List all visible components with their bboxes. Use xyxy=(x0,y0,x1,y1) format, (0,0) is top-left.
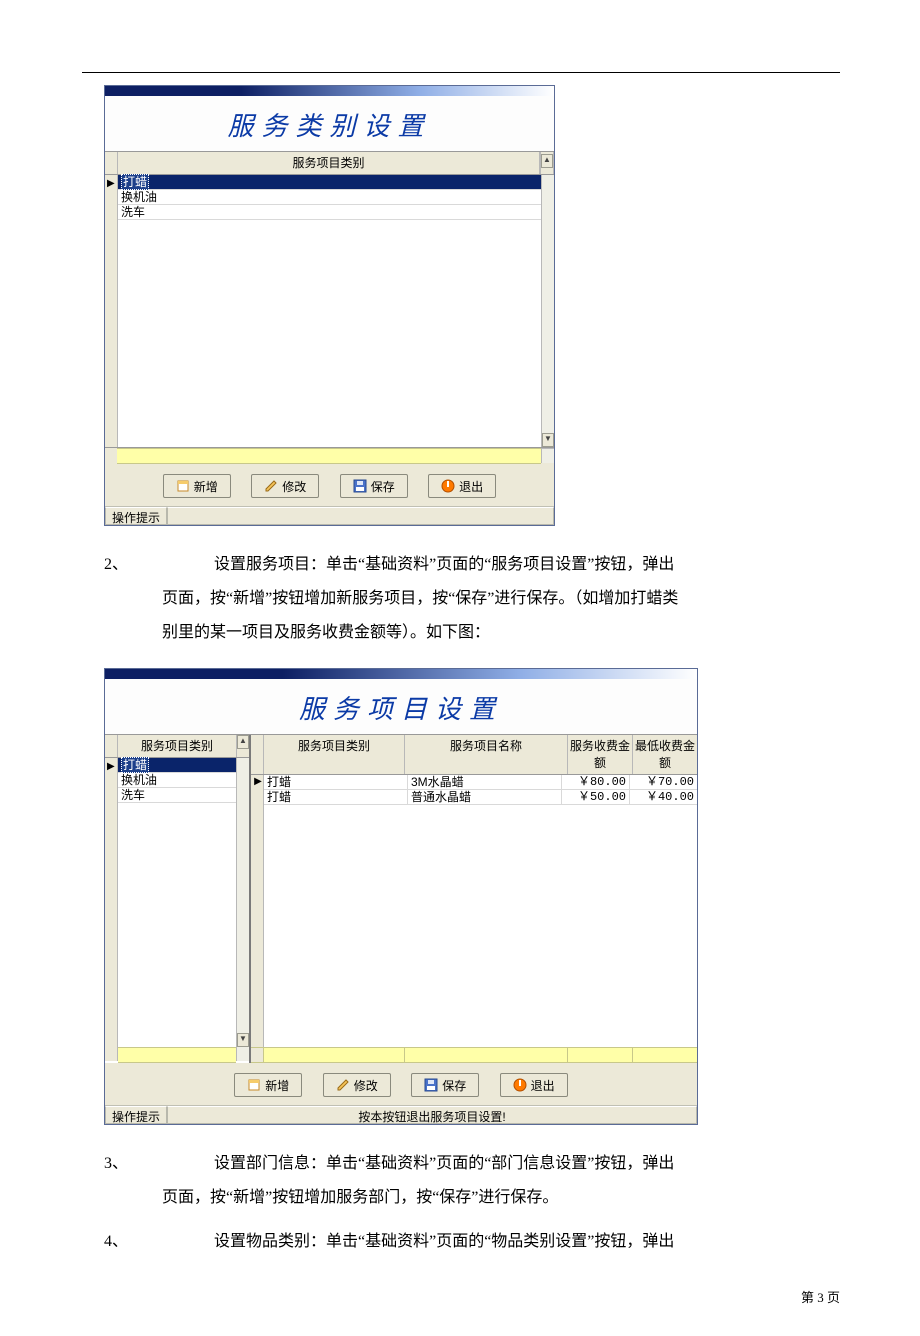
status-label: 操作提示 xyxy=(105,1106,167,1124)
list-item[interactable]: ▶ 打蜡 xyxy=(118,758,236,773)
list-item[interactable]: 换机油 xyxy=(118,773,236,788)
items-grid[interactable]: ▶ 打蜡 3M水晶蜡 ￥80.00 ￥70.00 打蜡 普通水晶蜡 ￥50.00… xyxy=(264,775,697,1047)
save-button[interactable]: 保存 xyxy=(340,474,408,498)
save-button[interactable]: 保存 xyxy=(411,1073,479,1097)
status-text xyxy=(167,507,554,525)
exit-button[interactable]: 退出 xyxy=(428,474,496,498)
page-footer: 第 3 页 xyxy=(0,1257,920,1336)
row-gutter xyxy=(105,175,118,447)
titlebar xyxy=(105,669,697,679)
list-item[interactable]: ▶ 打蜡 xyxy=(118,175,541,190)
right-items-panel: 服务项目类别 服务项目名称 服务收费金额 最低收费金额 ▶ 打蜡 3M水晶蜡 ￥… xyxy=(251,735,697,1063)
row-marker-icon: ▶ xyxy=(252,775,264,789)
category-list[interactable]: ▶ 打蜡 换机油 洗车 xyxy=(118,175,541,447)
power-icon xyxy=(513,1078,527,1092)
scroll-down-icon[interactable]: ▼ xyxy=(237,1033,249,1047)
window-title: 服务类别设置 xyxy=(105,96,554,151)
category-list[interactable]: ▶ 打蜡 换机油 洗车 xyxy=(118,758,236,1047)
new-row-strip[interactable] xyxy=(117,448,541,464)
paragraph-2: 2、设置服务项目：单击“基础资料”页面的“服务项目设置”按钮，弹出 页面，按“新… xyxy=(82,550,840,648)
col-header-category: 服务项目类别 xyxy=(118,735,236,757)
col-header-category: 服务项目类别 xyxy=(264,735,405,774)
exit-button[interactable]: 退出 xyxy=(500,1073,568,1097)
table-row[interactable]: 打蜡 普通水晶蜡 ￥50.00 ￥40.00 xyxy=(264,790,697,805)
edit-button[interactable]: 修改 xyxy=(251,474,319,498)
top-rule xyxy=(82,72,840,73)
diskette-icon xyxy=(353,479,367,493)
left-category-panel: 服务项目类别 ▲ ▶ 打蜡 换机油 洗车 ▼ xyxy=(105,735,251,1063)
row-marker-icon: ▶ xyxy=(107,177,115,191)
service-category-window: 服务类别设置 服务项目类别 ▲ ▶ 打蜡 换机油 洗车 ▼ xyxy=(104,85,555,526)
col-header-price: 服务收费金额 xyxy=(568,735,633,774)
paragraph-4: 4、设置物品类别：单击“基础资料”页面的“物品类别设置”按钮，弹出 xyxy=(82,1227,840,1257)
add-button[interactable]: 新增 xyxy=(234,1073,302,1097)
list-item[interactable]: 洗车 xyxy=(118,788,236,803)
row-marker-icon: ▶ xyxy=(107,760,115,774)
scroll-up-icon[interactable]: ▲ xyxy=(237,735,249,749)
scrollbar[interactable]: ▼ xyxy=(236,758,249,1047)
list-item[interactable]: 洗车 xyxy=(118,205,541,220)
pencil-icon xyxy=(336,1078,350,1092)
power-icon xyxy=(441,479,455,493)
table-row[interactable]: ▶ 打蜡 3M水晶蜡 ￥80.00 ￥70.00 xyxy=(264,775,697,790)
grid-header: 服务项目类别 ▲ xyxy=(105,151,554,175)
new-file-icon xyxy=(247,1078,261,1092)
list-item[interactable]: 换机油 xyxy=(118,190,541,205)
pencil-icon xyxy=(264,479,278,493)
status-label: 操作提示 xyxy=(105,507,167,525)
statusbar: 操作提示 xyxy=(105,506,554,525)
status-text: 按本按钮退出服务项目设置! xyxy=(167,1106,697,1124)
scroll-up-icon[interactable]: ▲ xyxy=(541,154,553,168)
scroll-down-icon[interactable]: ▼ xyxy=(542,433,554,447)
statusbar: 操作提示 按本按钮退出服务项目设置! xyxy=(105,1105,697,1124)
paragraph-3: 3、设置部门信息：单击“基础资料”页面的“部门信息设置”按钮，弹出 页面，按“新… xyxy=(82,1149,840,1213)
col-header-min: 最低收费金额 xyxy=(633,735,697,774)
edit-button[interactable]: 修改 xyxy=(323,1073,391,1097)
service-item-window: 服务项目设置 服务项目类别 ▲ ▶ 打蜡 换机油 xyxy=(104,668,698,1125)
col-header-category: 服务项目类别 xyxy=(118,152,540,174)
col-header-name: 服务项目名称 xyxy=(405,735,568,774)
toolbar: 新增 修改 保存 退出 xyxy=(105,464,554,506)
window-title: 服务项目设置 xyxy=(105,679,697,734)
scrollbar[interactable]: ▼ xyxy=(541,175,554,447)
new-file-icon xyxy=(176,479,190,493)
diskette-icon xyxy=(424,1078,438,1092)
titlebar xyxy=(105,86,554,96)
toolbar: 新增 修改 保存 退出 xyxy=(105,1063,697,1105)
add-button[interactable]: 新增 xyxy=(163,474,231,498)
